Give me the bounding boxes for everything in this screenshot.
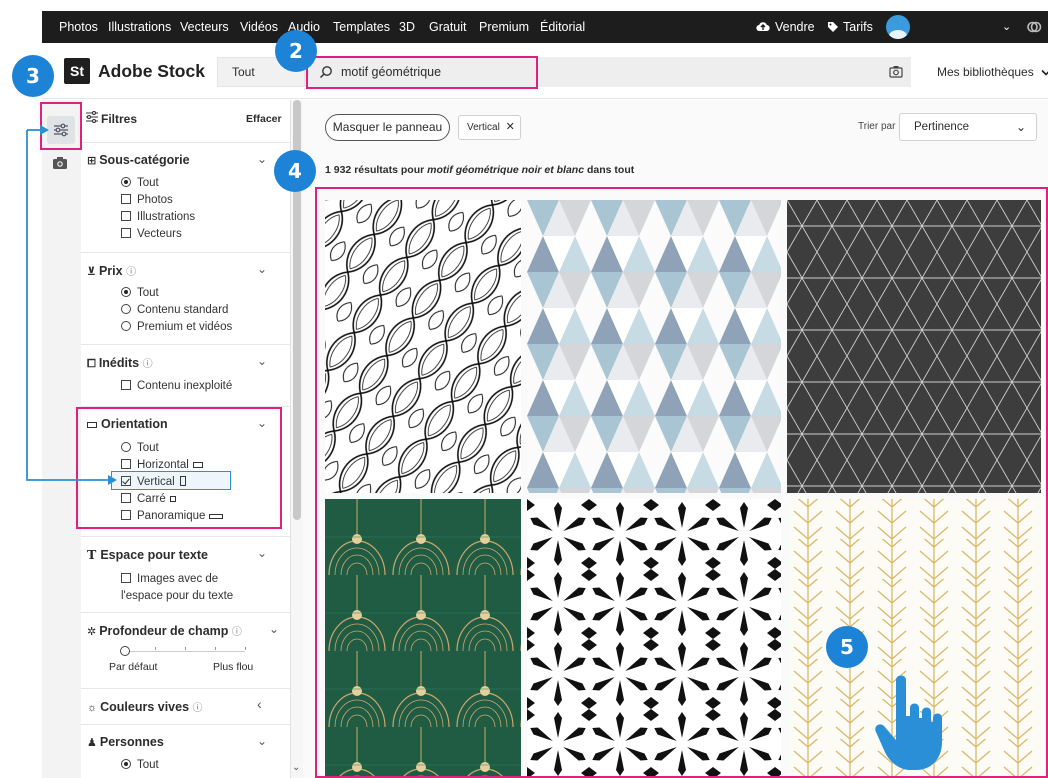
copyspace-option-line2: l'espace pour du texte (121, 590, 234, 602)
text-icon: T (87, 547, 97, 562)
results-count: 1 932 résultats pour (325, 164, 428, 176)
callout-connector-arrow (26, 125, 117, 485)
header-bar: St Adobe Stock Tout motif géométrique Me… (42, 43, 1048, 99)
nav-vecteurs[interactable]: Vecteurs (180, 20, 229, 34)
copyspace-header[interactable]: T Espace pour texte (87, 547, 208, 562)
radio-checked[interactable] (121, 759, 131, 769)
sort-select[interactable]: Pertinence ⌄ (899, 113, 1037, 141)
chevron-down-icon[interactable]: ⌄ (257, 262, 267, 276)
callout-badge-3: 3 (12, 55, 54, 97)
sort-label: Trier par (858, 121, 896, 132)
filter-chip-vertical[interactable]: Vertical ✕ (458, 115, 521, 140)
slider-track (125, 651, 245, 652)
option-label: Images avec de (137, 573, 219, 585)
option-label: Contenu inexploité (137, 380, 233, 392)
nav-templates[interactable]: Templates (333, 20, 390, 34)
checkbox[interactable] (121, 573, 131, 583)
option-label: Vecteurs (137, 228, 182, 240)
nav-editorial[interactable]: Éditorial (540, 20, 585, 34)
nav-photos[interactable]: Photos (59, 20, 98, 34)
aperture-icon: ✲ (87, 626, 97, 638)
libraries-menu[interactable]: Mes bibliothèques (937, 65, 1048, 79)
nav-illustrations[interactable]: Illustrations (108, 20, 171, 34)
people-section: ♟ Personnes ⌄ Tout (81, 724, 290, 778)
slider-max-label: Plus flou (213, 661, 254, 673)
pricing-label: Tarifs (843, 20, 873, 34)
info-icon[interactable]: ⓘ (143, 359, 153, 370)
info-icon[interactable]: ⓘ (193, 703, 203, 714)
option-label: Tout (137, 759, 159, 771)
slider-min-label: Par défaut (109, 661, 158, 673)
chevron-down-icon (1041, 69, 1048, 76)
chevron-down-icon[interactable]: ⌄ (257, 546, 267, 560)
close-icon[interactable]: ✕ (506, 121, 515, 133)
sell-link[interactable]: Vendre (756, 20, 815, 34)
depth-title: Profondeur de champ (99, 624, 229, 638)
chevron-down-icon[interactable]: ⌄ (257, 152, 267, 166)
sell-label: Vendre (775, 20, 815, 34)
option-label: Contenu standard (137, 304, 229, 316)
slider-tick (215, 647, 216, 650)
chevron-down-icon[interactable]: ⌄ (257, 734, 267, 748)
panel-scrollbar[interactable]: ⌄ (291, 100, 303, 778)
slider-tick (245, 647, 246, 650)
slider-handle[interactable] (120, 646, 130, 656)
nav-gratuit[interactable]: Gratuit (429, 20, 467, 34)
people-icon: ♟ (87, 737, 97, 749)
results-suffix: dans tout (584, 164, 635, 176)
nav-videos[interactable]: Vidéos (240, 20, 278, 34)
libraries-label: Mes bibliothèques (937, 65, 1034, 79)
results-summary: 1 932 résultats pour motif géométrique n… (325, 164, 634, 176)
option-label: Illustrations (137, 211, 196, 223)
creative-cloud-icon[interactable] (1026, 19, 1042, 35)
hide-panel-button[interactable]: Masquer le panneau (325, 114, 450, 141)
callout-badge-2: 2 (275, 30, 317, 72)
chevron-down-icon: ⌄ (1015, 120, 1026, 134)
nav-3d[interactable]: 3D (399, 20, 415, 34)
people-option-tout[interactable]: Tout (121, 759, 159, 771)
search-highlight-box (306, 56, 538, 89)
sun-icon: ☼ (87, 702, 98, 714)
copyspace-section: T Espace pour texte ⌄ Images avec de l'es… (81, 536, 290, 612)
chip-label: Vertical (467, 122, 500, 133)
vivid-title: Couleurs vives (100, 700, 190, 714)
people-title: Personnes (99, 735, 164, 749)
depth-slider[interactable] (120, 641, 246, 657)
visual-search-camera-icon[interactable] (889, 65, 903, 78)
vivid-section: ☼ Couleurs vives ⓘ ‹ (81, 688, 290, 724)
option-label: Photos (137, 194, 173, 206)
chevron-down-icon[interactable]: ⌄ (269, 622, 279, 636)
clear-filters-link[interactable]: Effacer (246, 113, 282, 125)
nav-premium[interactable]: Premium (479, 20, 529, 34)
info-icon[interactable]: ⓘ (232, 627, 242, 638)
slider-tick (185, 647, 186, 650)
account-chevron-down-icon[interactable]: ⌄ (1002, 20, 1011, 33)
chevron-down-icon[interactable]: ⌄ (257, 354, 267, 368)
pointing-hand-icon (875, 675, 942, 770)
people-header[interactable]: ♟ Personnes (87, 735, 164, 749)
cloud-upload-icon (756, 22, 770, 32)
tag-icon (828, 22, 838, 32)
pricing-link[interactable]: Tarifs (827, 20, 873, 34)
vivid-header[interactable]: ☼ Couleurs vives ⓘ (87, 699, 203, 714)
stock-logo-icon[interactable]: St (64, 58, 90, 84)
copyspace-option[interactable]: Images avec de (121, 573, 218, 585)
screenshot: Photos Illustrations Vecteurs Vidéos Aud… (0, 0, 1048, 778)
top-nav: Photos Illustrations Vecteurs Vidéos Aud… (42, 11, 1048, 43)
brand-name[interactable]: Adobe Stock (98, 61, 205, 82)
callout-badge-5: 5 (826, 626, 868, 668)
copyspace-title: Espace pour texte (100, 548, 208, 562)
depth-section: ✲ Profondeur de champ ⓘ ⌄ Par défaut Plus… (81, 612, 290, 684)
slider-tick (155, 647, 156, 650)
scroll-down-arrow-icon[interactable]: ⌄ (292, 762, 300, 773)
chevron-left-icon[interactable]: ‹ (257, 696, 262, 712)
option-label: Premium et vidéos (137, 321, 233, 333)
avatar[interactable] (886, 15, 910, 39)
results-query: motif géométrique noir et blanc (427, 164, 585, 176)
depth-header[interactable]: ✲ Profondeur de champ ⓘ (87, 623, 242, 638)
callout-badge-4: 4 (274, 150, 316, 192)
sort-value: Pertinence (914, 121, 969, 133)
